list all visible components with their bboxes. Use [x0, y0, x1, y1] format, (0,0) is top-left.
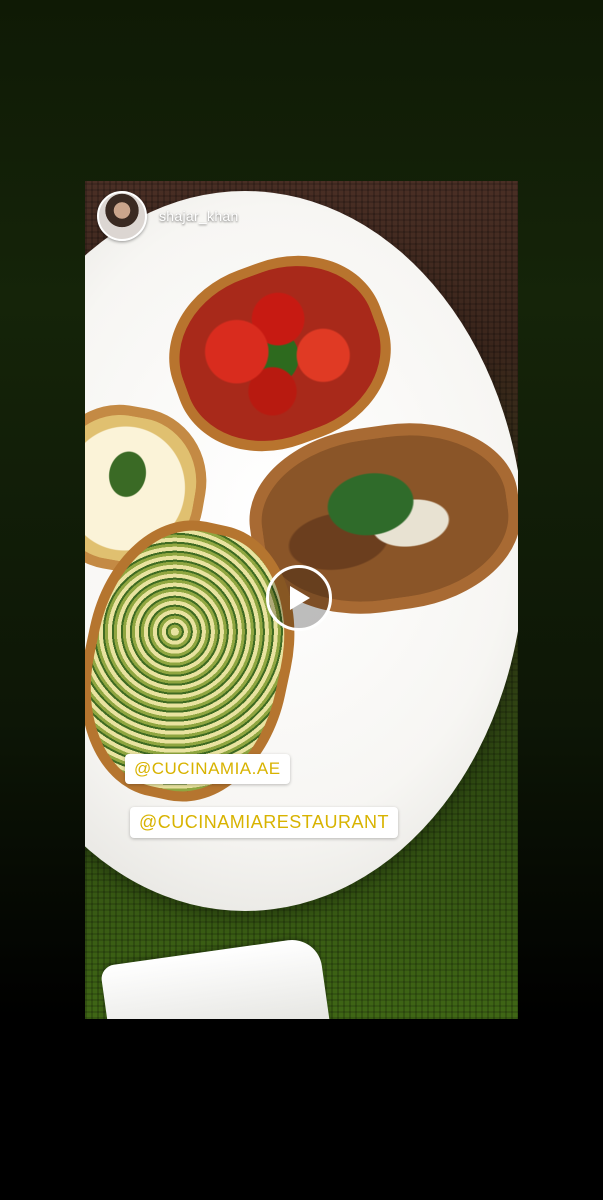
story-header: shajar_khan: [97, 191, 239, 241]
mention-tag-cucinamia-ae[interactable]: @CUCINAMIA.AE: [125, 754, 290, 784]
story-frame[interactable]: shajar_khan @CUCINAMIA.AE @CUCINAMIAREST…: [85, 181, 518, 1019]
play-icon: [290, 586, 310, 610]
username[interactable]: shajar_khan: [159, 208, 239, 224]
mention-tag-cucinamiarestaurant[interactable]: @CUCINAMIARESTAURANT: [130, 807, 398, 838]
avatar[interactable]: [97, 191, 147, 241]
play-button[interactable]: [266, 565, 332, 631]
